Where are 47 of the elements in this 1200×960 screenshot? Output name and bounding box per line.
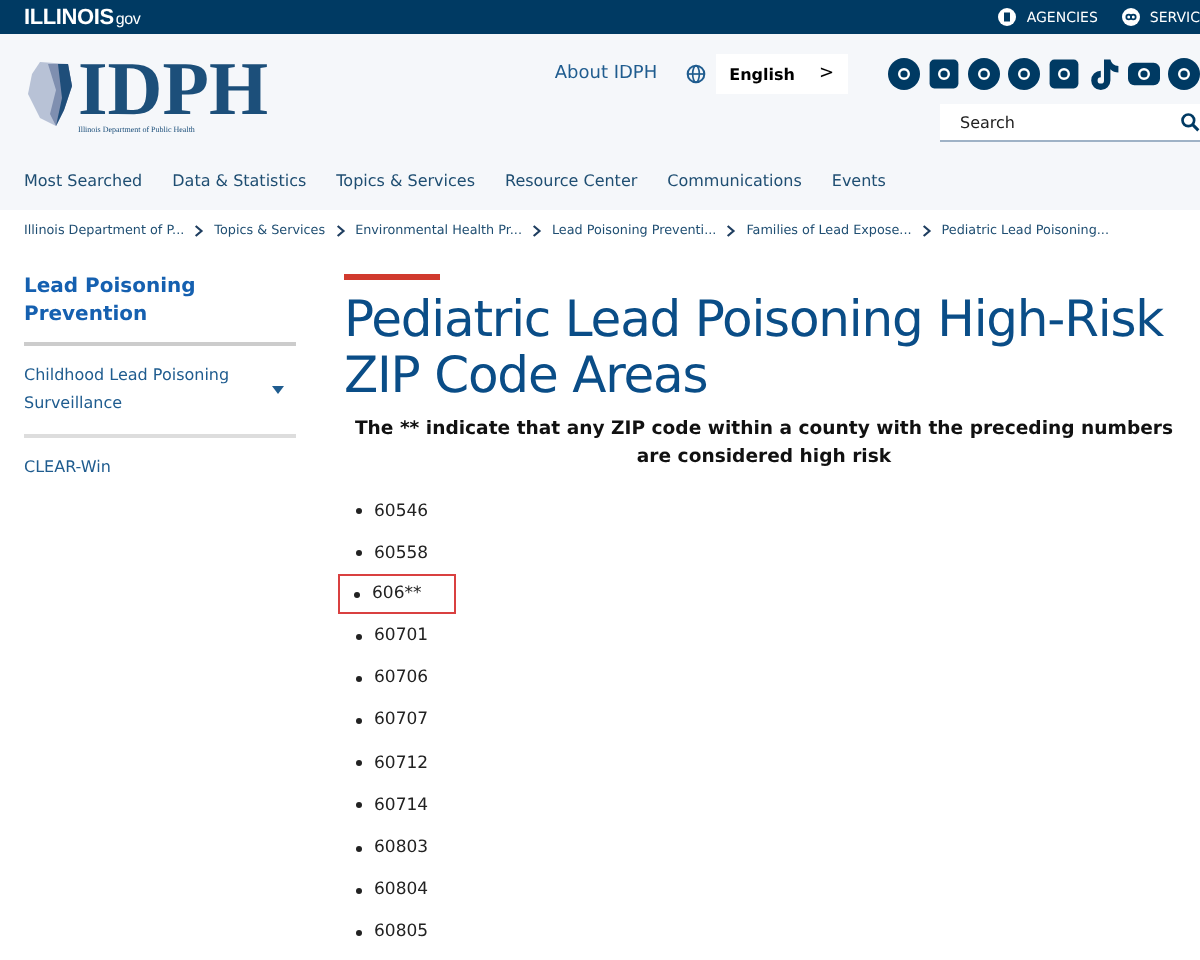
social-media-icon[interactable] (1048, 58, 1080, 90)
social-media-icon[interactable] (928, 58, 960, 90)
caret-icon[interactable] (272, 386, 284, 394)
nav-item[interactable]: Communications (667, 171, 802, 189)
social-media-icon[interactable] (888, 58, 920, 90)
nav-item[interactable]: Topics & Services (336, 171, 475, 189)
zip-code-item: 60712 (344, 748, 448, 779)
zip-code-item: 60803 (344, 833, 448, 863)
globe-icon (685, 64, 706, 84)
nav-item[interactable]: Events (831, 171, 886, 189)
social-media-icon[interactable] (968, 58, 1000, 90)
chevron-icon (921, 223, 932, 237)
chevron-icon (531, 223, 542, 237)
sidebar-item[interactable]: Childhood Lead Poisoning Surveillance (24, 362, 244, 418)
note-text: The ** indicate that any ZIP code within a county with the preceding numbers are considered high risk (352, 416, 1176, 472)
sidebar-title[interactable]: Lead Poisoning Prevention (24, 274, 296, 346)
social-media-icon[interactable] (1088, 58, 1120, 90)
social-media-icon[interactable] (1168, 58, 1200, 90)
zip-code-item: 60804 (344, 875, 448, 906)
zip-code-item: 60707 (344, 705, 448, 736)
illinois-logo[interactable]: ILLINOISgov (24, 5, 141, 29)
zip-code-item: 60701 (344, 621, 448, 652)
social-media-icon[interactable] (1128, 58, 1160, 90)
search-icon[interactable] (1180, 112, 1200, 132)
nav-item[interactable]: Resource Center (505, 171, 638, 189)
zip-code-item: 60714 (344, 790, 448, 821)
nav-item[interactable]: Data & Statistics (172, 171, 307, 189)
zip-code-item: 606** (338, 574, 456, 615)
logo-text[interactable]: IDPH (78, 55, 268, 123)
nav-item[interactable]: Most Searched (24, 171, 143, 189)
zip-code-item: 60546 (344, 496, 448, 526)
zip-code-item: 60706 (344, 663, 448, 694)
building-icon (998, 8, 1017, 26)
chevron-icon (335, 223, 346, 237)
about-link[interactable]: About IDPH (554, 64, 658, 84)
state-silhouette-icon (24, 58, 76, 130)
zip-code-item: 60558 (344, 538, 448, 569)
zip-code-item: 60805 (344, 917, 448, 948)
language-selector[interactable]: English > (715, 54, 848, 94)
social-media-icon[interactable] (1008, 58, 1040, 90)
search-field[interactable]: Search (940, 104, 1200, 142)
chevron-icon (726, 223, 737, 237)
page-title: Pediatric Lead Poisoning High-Risk ZIP Code Areas (344, 292, 1166, 404)
search-input[interactable]: Search (956, 111, 1164, 133)
sidebar-item[interactable]: CLEAR-Win (24, 454, 244, 482)
link-icon (1121, 8, 1140, 26)
chevron-icon (194, 223, 205, 237)
